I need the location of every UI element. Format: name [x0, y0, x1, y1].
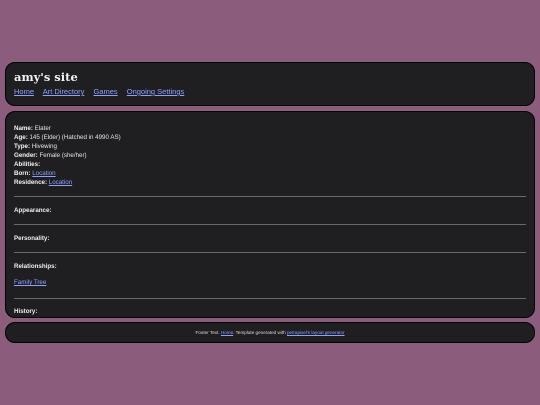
- profile-info: Name: Elater Age: 145 (Elder) (Hatched i…: [14, 124, 526, 187]
- relationships-heading: Relationships:: [14, 263, 57, 270]
- nav-link-art-directory[interactable]: Art Directory: [43, 87, 85, 96]
- residence-location-link[interactable]: Location: [49, 179, 72, 186]
- profile-abilities: Abilities:: [14, 160, 526, 169]
- residence-label: Residence:: [14, 179, 48, 186]
- nav-link-home[interactable]: Home: [14, 87, 34, 96]
- nav-link-ongoing-settings[interactable]: Ongoing Settings: [127, 87, 185, 96]
- footer-home-link[interactable]: Home: [221, 330, 233, 335]
- profile-age: Age: 145 (Elder) (Hatched in 4990 AS): [14, 133, 526, 142]
- content-panel: Name: Elater Age: 145 (Elder) (Hatched i…: [5, 111, 535, 318]
- nav-link-games[interactable]: Games: [93, 87, 117, 96]
- header-panel: amy's site Home Art Directory Games Ongo…: [5, 62, 535, 106]
- footer-panel: Footer Text. Home. Template generated wi…: [5, 322, 535, 343]
- type-label: Type:: [14, 143, 31, 150]
- profile-name: Name: Elater: [14, 124, 526, 133]
- name-value: Elater: [34, 125, 51, 132]
- divider: [14, 298, 526, 299]
- history-heading: History:: [14, 308, 38, 315]
- footer-generator-link[interactable]: petrapixel's layout generator: [287, 330, 345, 335]
- abilities-label: Abilities:: [14, 161, 41, 168]
- footer-prefix: Footer Text.: [195, 330, 220, 335]
- gender-value: Female (she/her): [39, 152, 87, 159]
- profile-born: Born: Location: [14, 169, 526, 178]
- profile-residence: Residence: Location: [14, 178, 526, 187]
- footer-middle: . Template generated with: [233, 330, 286, 335]
- type-value: Hivewing: [31, 143, 57, 150]
- divider: [14, 224, 526, 225]
- footer-text: Footer Text. Home. Template generated wi…: [195, 330, 344, 335]
- born-label: Born:: [14, 170, 31, 177]
- divider: [14, 252, 526, 253]
- name-label: Name:: [14, 125, 33, 132]
- age-label: Age:: [14, 134, 28, 141]
- divider: [14, 196, 526, 197]
- personality-heading: Personality:: [14, 235, 50, 242]
- gender-label: Gender:: [14, 152, 38, 159]
- born-location-link[interactable]: Location: [32, 170, 55, 177]
- appearance-heading: Appearance:: [14, 207, 52, 214]
- profile-type: Type: Hivewing: [14, 142, 526, 151]
- profile-gender: Gender: Female (she/her): [14, 151, 526, 160]
- main-nav: Home Art Directory Games Ongoing Setting…: [14, 87, 526, 96]
- age-value: 145 (Elder) (Hatched in 4990 AS): [29, 134, 121, 141]
- site-title: amy's site: [14, 70, 78, 84]
- family-tree-link[interactable]: Family Tree: [14, 279, 46, 286]
